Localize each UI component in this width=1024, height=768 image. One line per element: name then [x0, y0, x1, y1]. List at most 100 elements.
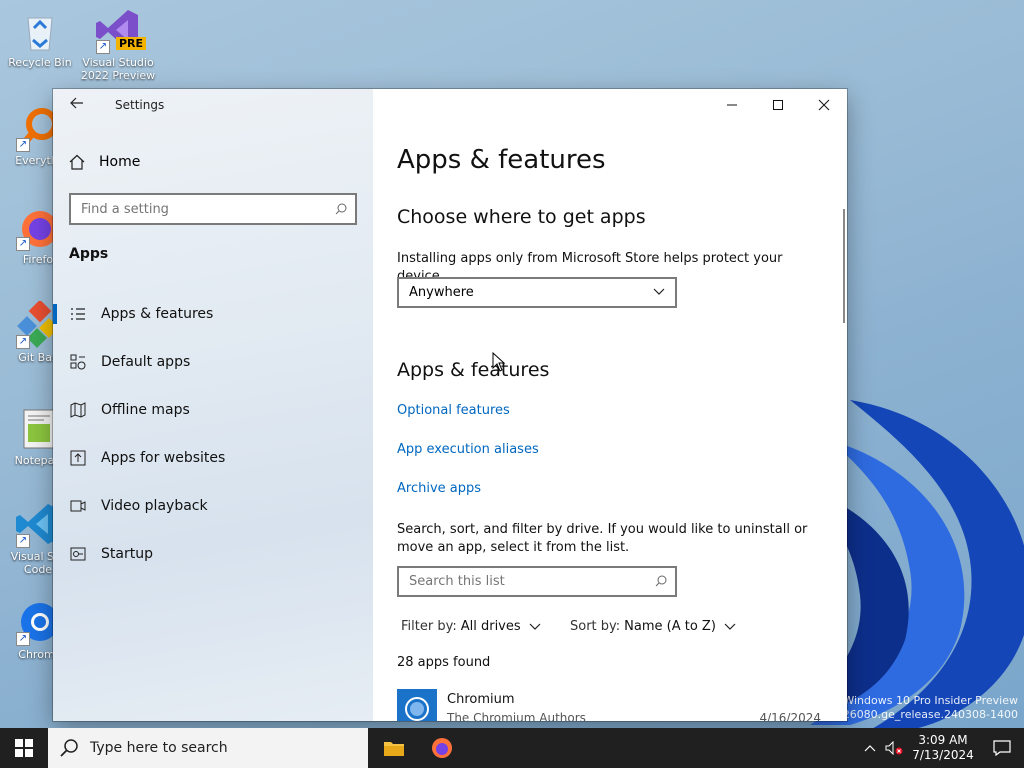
search-icon — [60, 739, 78, 757]
app-source-dropdown[interactable]: Anywhere — [397, 277, 677, 308]
visual-studio-icon: PRE ↗ — [94, 6, 146, 54]
shortcut-arrow-icon: ↗ — [16, 534, 30, 548]
taskbar-search-placeholder: Type here to search — [90, 740, 228, 756]
os-watermark: Windows 10 Pro Insider Preview ld 26080.… — [829, 694, 1018, 721]
minimize-button[interactable] — [709, 89, 755, 121]
clock-date: 7/13/2024 — [912, 748, 974, 762]
notification-icon — [993, 740, 1011, 756]
sidebar-item-video-playback[interactable]: Video playback — [53, 486, 373, 526]
shortcut-arrow-icon: ↗ — [96, 40, 110, 54]
apps-count: 28 apps found — [397, 655, 491, 670]
taskbar-clock[interactable]: 3:09 AM 7/13/2024 — [906, 733, 980, 763]
app-source-selected: Anywhere — [409, 285, 474, 300]
map-icon — [69, 401, 87, 419]
maximize-button[interactable] — [755, 89, 801, 121]
desktop-icon-label: Visual Studio 2022 Preview — [80, 56, 156, 82]
search-icon — [655, 575, 667, 587]
taskbar-file-explorer[interactable] — [370, 728, 418, 768]
list-item[interactable]: Chromium The Chromium Authors 4/16/2024 — [397, 689, 821, 721]
startup-icon — [69, 545, 87, 563]
windows-logo-icon — [15, 739, 33, 757]
chevron-down-icon — [724, 623, 736, 630]
desktop-icon-visual-studio[interactable]: PRE ↗ Visual Studio 2022 Preview — [80, 6, 156, 82]
filter-value: All drives — [460, 619, 521, 634]
home-icon — [69, 154, 85, 170]
app-install-date: 4/16/2024 — [759, 711, 821, 721]
desktop-icon-recycle-bin[interactable]: Recycle Bin — [2, 6, 78, 69]
shortcut-arrow-icon: ↗ — [16, 138, 30, 152]
chevron-down-icon — [529, 623, 541, 630]
window-title: Settings — [115, 98, 165, 112]
sidebar-item-label: Default apps — [101, 354, 191, 370]
find-setting-input[interactable] — [71, 195, 321, 223]
preview-badge: PRE — [115, 37, 146, 50]
mouse-pointer-icon — [492, 352, 506, 372]
close-icon — [818, 99, 830, 111]
apps-features-heading: Apps & features — [397, 359, 550, 381]
minimize-icon — [727, 104, 737, 106]
app-name: Chromium — [447, 692, 515, 707]
tray-chevron-up[interactable] — [858, 744, 882, 752]
search-icon — [335, 203, 347, 215]
sort-value: Name (A to Z) — [624, 619, 716, 634]
system-tray: 3:09 AM 7/13/2024 — [858, 728, 1024, 768]
sidebar-item-label: Startup — [101, 546, 153, 562]
tray-volume[interactable] — [882, 741, 906, 755]
recycle-bin-icon — [16, 6, 64, 54]
volume-muted-icon — [885, 741, 903, 755]
shortcut-arrow-icon: ↗ — [16, 632, 30, 646]
shortcut-arrow-icon: ↗ — [16, 335, 30, 349]
app-list-search-input[interactable] — [399, 568, 639, 595]
search-list-description: Search, sort, and filter by drive. If yo… — [397, 522, 808, 555]
chevron-down-icon — [653, 288, 665, 295]
optional-features-link[interactable]: Optional features — [397, 403, 510, 418]
sidebar-item-startup[interactable]: Startup — [53, 534, 373, 574]
sidebar-item-label: Apps for websites — [101, 450, 226, 466]
sidebar-item-offline-maps[interactable]: Offline maps — [53, 390, 373, 430]
sort-by-dropdown[interactable]: Sort by: Name (A to Z) — [570, 619, 736, 634]
sidebar-item-label: Offline maps — [101, 402, 190, 418]
back-button[interactable] — [67, 95, 87, 115]
sort-label: Sort by: — [570, 619, 621, 634]
sidebar-item-apps-for-websites[interactable]: Apps for websites — [53, 438, 373, 478]
settings-nav-pane: Settings Home Apps Apps & features Defau… — [53, 89, 373, 721]
taskbar-search[interactable]: Type here to search — [48, 728, 368, 768]
shortcut-arrow-icon: ↗ — [16, 237, 30, 251]
chromium-icon — [397, 689, 437, 721]
nav-home-label: Home — [99, 154, 141, 170]
find-setting-search[interactable] — [69, 193, 357, 225]
clock-time: 3:09 AM — [918, 733, 968, 747]
page-title: Apps & features — [397, 145, 606, 175]
app-publisher: The Chromium Authors — [447, 711, 586, 721]
default-apps-icon — [69, 353, 87, 371]
choose-apps-heading: Choose where to get apps — [397, 206, 646, 228]
sidebar-item-label: Apps & features — [101, 306, 214, 322]
apps-list-icon — [69, 305, 87, 323]
sidebar-item-label: Video playback — [101, 498, 208, 514]
settings-content-pane: Apps & features Choose where to get apps… — [373, 89, 847, 721]
start-button[interactable] — [0, 728, 48, 768]
app-list-search[interactable] — [397, 566, 677, 597]
chevron-up-icon — [864, 745, 876, 752]
nav-section-title: Apps — [69, 246, 109, 262]
sidebar-item-apps-features[interactable]: Apps & features — [53, 294, 373, 334]
firefox-icon — [432, 738, 452, 758]
video-icon — [69, 497, 87, 515]
filter-by-drive-dropdown[interactable]: Filter by: All drives — [401, 619, 541, 634]
filter-label: Filter by: — [401, 619, 457, 634]
nav-home[interactable]: Home — [69, 151, 140, 173]
close-button[interactable] — [801, 89, 847, 121]
back-arrow-icon — [70, 97, 83, 109]
desktop-icon-label: Recycle Bin — [8, 56, 72, 69]
taskbar: Type here to search 3:09 AM 7/13/2024 — [0, 728, 1024, 768]
app-execution-aliases-link[interactable]: App execution aliases — [397, 442, 539, 457]
folder-icon — [384, 742, 404, 756]
web-app-icon — [69, 449, 87, 467]
content-scrollbar[interactable] — [843, 209, 845, 323]
maximize-icon — [773, 100, 783, 110]
settings-window: Settings Home Apps Apps & features Defau… — [53, 89, 847, 721]
action-center-button[interactable] — [980, 740, 1024, 756]
sidebar-item-default-apps[interactable]: Default apps — [53, 342, 373, 382]
archive-apps-link[interactable]: Archive apps — [397, 481, 481, 496]
taskbar-firefox[interactable] — [418, 728, 466, 768]
